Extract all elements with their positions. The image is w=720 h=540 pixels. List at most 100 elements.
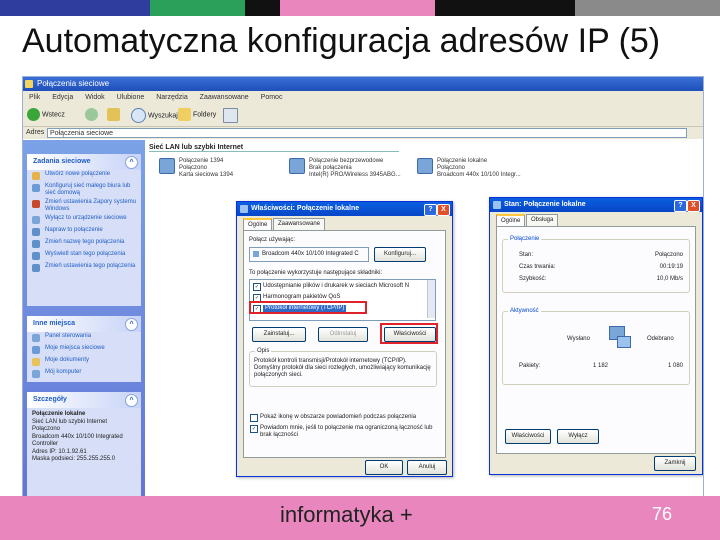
place-network-places[interactable]: Moje miejsca sieciowe [27,344,141,356]
network-icon [493,201,501,209]
page-number: 76 [652,504,673,524]
option1-checkbox[interactable] [250,414,258,422]
folders-button[interactable]: Foldery [178,108,216,122]
other-places-header[interactable]: Inne miejsca ^ [27,316,141,332]
menu-file[interactable]: Plik [29,94,40,101]
status-icon [32,252,40,260]
scrollbar[interactable] [427,280,435,318]
menu-help[interactable]: Pomoc [261,94,283,101]
back-button[interactable]: Wstecz [27,108,65,122]
task-disable-device[interactable]: Wyłącz to urządzenie sieciowe [27,214,141,226]
tab-support[interactable]: Obsługa [526,214,559,226]
option2-label: Powiadom mnie, jeśli to połączenie ma og… [260,425,433,438]
back-arrow-icon [27,108,40,121]
forward-button[interactable] [85,108,98,122]
connect-using-label: Połącz używając: [249,237,296,243]
close-button[interactable]: X [437,204,450,216]
computer-activity-icon-2 [617,336,631,348]
task-repair-connection[interactable]: Napraw to połączenie [27,226,141,238]
network-icon [240,205,248,213]
details-header[interactable]: Szczegóły ^ [27,392,141,408]
component-checkbox[interactable]: ✓ [253,283,261,291]
menu-tools[interactable]: Narzędzia [156,94,188,101]
address-input[interactable]: Połączenia sieciowe [47,128,687,138]
description-group: Opis Protokół kontroli transmisji/Protok… [249,348,437,387]
top-color-bar [0,0,720,16]
bar-segment-blue [0,0,150,16]
search-icon [131,108,146,123]
status-dialog: Stan: Połączenie lokalne ? X Ogólne Obsł… [489,197,703,475]
network-folder-icon [25,80,33,88]
collapse-chevron-icon[interactable]: ^ [125,318,138,331]
explorer-title: Połączenia sieciowe [37,79,110,88]
menu-edit[interactable]: Edycja [52,94,73,101]
network-tasks-panel: Zadania sieciowe ^ Utwórz nowe połączeni… [27,154,141,306]
wireless-adapter-icon [289,158,305,174]
tab-advanced[interactable]: Zaawansowane [273,218,326,230]
bar-segment-gray [575,0,720,16]
screenshot: Połączenia sieciowe Plik Edycja Widok Ul… [22,76,704,498]
folder-up-icon [107,108,120,121]
address-label: Adres [26,129,45,136]
option2-checkbox[interactable]: ✓ [250,425,258,433]
network-tasks-header[interactable]: Zadania sieciowe ^ [27,154,141,170]
help-button[interactable]: ? [424,204,437,216]
adapter-field: Broadcom 440x 10/100 Integrated C [249,247,369,262]
task-rename-connection[interactable]: Zmień nazwę tego połączenia [27,238,141,250]
highlight-properties-button [380,323,438,344]
task-firewall-settings[interactable]: Zmień ustawienia Zapory systemu Windows [27,198,141,214]
place-my-computer[interactable]: Mój komputer [27,368,141,380]
menu-view[interactable]: Widok [85,94,104,101]
status-properties-button[interactable]: Właściwości [505,429,551,444]
menu-favorites[interactable]: Ulubione [117,94,145,101]
disable-button[interactable]: Wyłącz [557,429,599,444]
uninstall-button[interactable]: Odinstaluj [318,327,368,342]
component-item[interactable]: Udostępnianie plików i drukarek w siecia… [263,283,409,290]
ok-button[interactable]: OK [365,460,403,475]
highlight-tcpip [249,301,367,314]
up-button[interactable] [107,108,120,122]
section-header: Sieć LAN lub szybki Internet [149,144,399,152]
bar-segment-green [150,0,245,16]
properties-title-bar: Właściwości: Połączenie lokalne ? X [237,202,452,216]
menu-bar: Plik Edycja Widok Ulubione Narzędzia Zaa… [23,91,703,104]
option1-label: Pokaż ikonę w obszarze powiadomień podcz… [260,414,417,420]
duration-label: Czas trwania: [519,264,556,270]
forward-arrow-icon [85,108,98,121]
task-setup-network[interactable]: Konfiguruj sieć małego biura lub sieć do… [27,182,141,198]
computer-icon [32,370,40,378]
footer-brand: informatyka + [280,502,413,527]
close-dialog-button[interactable]: Zamknij [654,456,696,471]
menu-advanced[interactable]: Zaawansowane [200,94,249,101]
cancel-button[interactable]: Anuluj [407,460,447,475]
collapse-chevron-icon[interactable]: ^ [125,394,138,407]
components-label: To połączenie wykorzystuje następujące s… [249,270,383,276]
component-item[interactable]: Harmonogram pakietów QoS [263,294,340,301]
collapse-chevron-icon[interactable]: ^ [125,156,138,169]
properties-tab-body: Połącz używając: Broadcom 440x 10/100 In… [243,230,446,458]
components-list: ✓ Udostępnianie plików i drukarek w siec… [249,279,436,321]
rename-icon [32,240,40,248]
configure-button[interactable]: Konfiguruj... [374,247,426,262]
address-bar: Adres Połączenia sieciowe [23,127,703,139]
repair-icon [32,228,40,236]
bar-segment-black [245,0,280,16]
task-view-status[interactable]: Wyświetl stan tego połączenia [27,250,141,262]
search-button[interactable]: Wyszukaj [131,108,178,123]
task-change-settings[interactable]: Zmień ustawienia tego połączenia [27,262,141,274]
status-title-bar: Stan: Połączenie lokalne ? X [490,198,702,212]
views-button[interactable] [223,108,238,123]
views-icon [223,108,238,123]
close-button[interactable]: X [687,200,700,212]
documents-icon [32,358,40,366]
install-button[interactable]: Zainstaluj... [252,327,306,342]
activity-group: Aktywność Wysłano Odebrano Pakiety: 1 18… [502,308,690,385]
details-panel: Szczegóły ^ Połączenie lokalne Sieć LAN … [27,392,141,497]
status-value: Połączono [654,252,683,258]
place-control-panel[interactable]: Panel sterowania [27,332,141,344]
task-create-connection[interactable]: Utwórz nowe połączenie [27,170,141,182]
help-button[interactable]: ? [674,200,687,212]
place-my-documents[interactable]: Moje dokumenty [27,356,141,368]
toolbar: Wstecz Wyszukaj Foldery [23,104,703,127]
speed-value: 10,0 Mb/s [656,276,683,282]
